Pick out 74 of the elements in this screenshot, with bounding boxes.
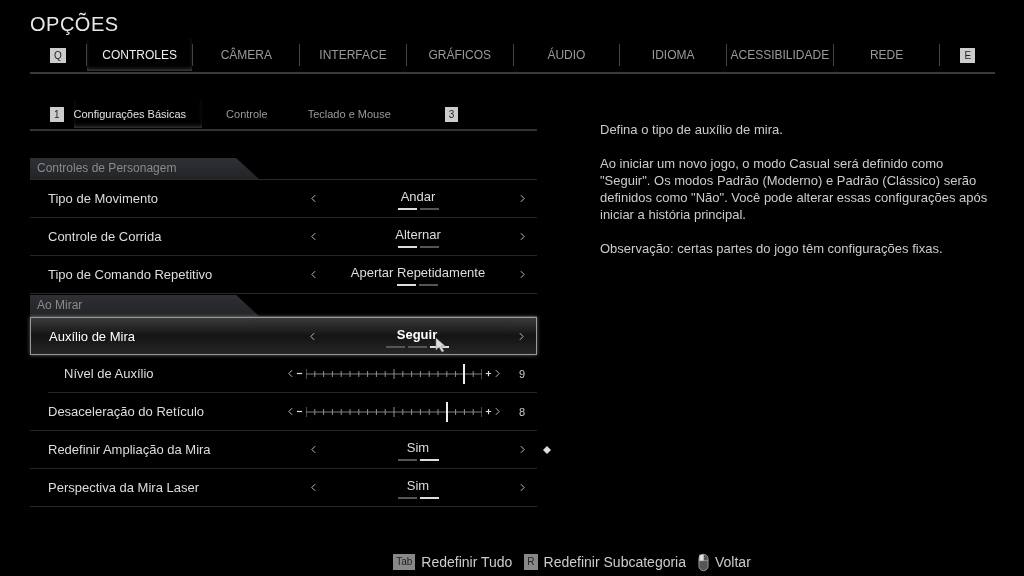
key-hint: Tab	[393, 554, 416, 570]
chevron-right-icon[interactable]	[520, 483, 525, 492]
tab[interactable]: INTERFACE	[300, 39, 406, 71]
chevron-left-icon[interactable]	[288, 369, 293, 378]
chevron-right-icon[interactable]	[520, 270, 525, 279]
footer-action[interactable]: Voltar	[715, 554, 751, 570]
tab[interactable]: REDE	[833, 39, 940, 71]
chevron-left-icon[interactable]	[311, 270, 316, 279]
chevron-left-icon[interactable]	[311, 194, 316, 203]
setting-value: Sim	[406, 440, 430, 455]
chevron-left-icon[interactable]	[311, 445, 316, 454]
setting-row[interactable]: Tipo de Comando Repetitivo Apertar Repetidamente	[30, 256, 537, 294]
setting-value: Seguir	[396, 326, 438, 342]
chevron-right-icon[interactable]	[520, 445, 525, 454]
section-header: Controles de Personagem	[30, 158, 259, 179]
tab[interactable]: CONTROLES	[86, 39, 193, 71]
footer-action[interactable]: Redefinir Tudo	[421, 554, 513, 570]
subtab[interactable]: Teclado e Mouse	[307, 100, 407, 128]
selected-setting-row[interactable]: Auxílio de Mira Seguir	[30, 317, 537, 355]
slider-value: 8	[517, 405, 525, 418]
tab[interactable]: IDIOMA	[620, 39, 726, 71]
tab[interactable]: ACESSIBILIDADE	[727, 39, 833, 71]
key-hint[interactable]: 1	[50, 106, 64, 122]
chevron-right-icon[interactable]	[520, 232, 525, 241]
setting-label: Controle de Corrida	[48, 229, 163, 244]
setting-label: Perspectiva da Mira Laser	[48, 480, 200, 495]
setting-value: Andar	[400, 189, 436, 204]
setting-label: Tipo de Comando Repetitivo	[48, 267, 214, 282]
chevron-left-icon[interactable]	[311, 483, 316, 492]
setting-label: Auxílio de Mira	[49, 328, 136, 344]
page-title: OPÇÕES	[30, 11, 119, 37]
setting-label: Tipo de Movimento	[48, 191, 160, 206]
key-hint: R	[524, 554, 538, 570]
minus-icon[interactable]	[296, 408, 303, 415]
plus-icon[interactable]	[485, 370, 492, 377]
tab[interactable]: ÁUDIO	[513, 39, 620, 71]
mouse-cursor-icon	[435, 337, 447, 353]
slider-thumb[interactable]	[445, 401, 448, 422]
chevron-right-icon[interactable]	[519, 331, 524, 341]
chevron-left-icon[interactable]	[288, 407, 293, 416]
setting-label: Desaceleração do Retículo	[48, 404, 206, 419]
chevron-right-icon[interactable]	[520, 194, 525, 203]
setting-row[interactable]: Perspectiva da Mira Laser Sim	[30, 469, 537, 507]
chevron-right-icon[interactable]	[495, 369, 500, 378]
setting-value: Alternar	[395, 227, 441, 242]
key-hint[interactable]: 3	[444, 106, 459, 122]
slider-value: 9	[517, 367, 525, 380]
description-text: Observação: certas partes do jogo têm configurações fixas.	[600, 240, 944, 257]
chevron-left-icon[interactable]	[310, 331, 315, 341]
tab[interactable]: GRÁFICOS	[406, 39, 513, 71]
description-text: Defina o tipo de auxílio de mira.	[600, 121, 784, 138]
section-header: Ao Mirar	[30, 295, 259, 316]
subtab[interactable]: Controle	[226, 100, 284, 128]
footer-action[interactable]: Redefinir Subcategoria	[543, 554, 686, 570]
setting-label: Nível de Auxílio	[64, 366, 155, 381]
description-text: Ao iniciar um novo jogo, o modo Casual será definido como "Seguir". Os modos Padrão (Moderno) e Padrão (Clássico) serão definidos como "Não". Você pode alterar essas configurações após iniciar a história principal.	[600, 155, 989, 223]
setting-label: Redefinir Ampliação da Mira	[48, 442, 212, 457]
chevron-left-icon[interactable]	[311, 232, 316, 241]
chevron-right-icon[interactable]	[495, 407, 500, 416]
setting-value: Apertar Repetidamente	[350, 265, 486, 280]
mouse-icon	[698, 552, 709, 572]
slider-thumb[interactable]	[463, 363, 466, 384]
key-hint[interactable]: Q	[50, 47, 66, 63]
setting-row[interactable]: Controle de Corrida Alternar	[30, 218, 537, 256]
tab[interactable]: CÂMERA	[193, 39, 300, 71]
setting-value: Sim	[406, 478, 430, 493]
setting-row[interactable]: Tipo de Movimento Andar	[30, 180, 537, 218]
plus-icon[interactable]	[485, 408, 492, 415]
subtab[interactable]: Configurações Básicas	[73, 100, 203, 128]
minus-icon[interactable]	[296, 370, 303, 377]
key-hint[interactable]: E	[960, 47, 976, 63]
setting-row[interactable]: Desaceleração do Retículo 8	[30, 393, 537, 431]
setting-row[interactable]: Redefinir Ampliação da Mira Sim	[30, 431, 537, 469]
setting-row[interactable]: Nível de Auxílio 9	[48, 355, 537, 393]
